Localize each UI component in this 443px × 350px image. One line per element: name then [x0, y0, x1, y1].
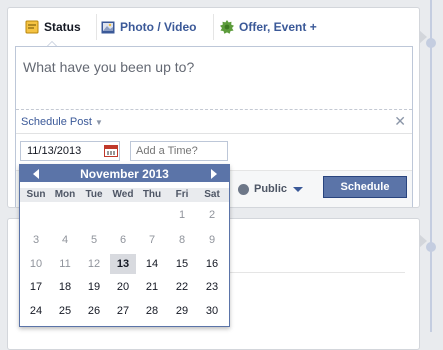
photo-icon — [101, 21, 115, 33]
tab-offer-event[interactable]: Offer, Event + — [220, 18, 317, 36]
timeline-dot — [426, 38, 436, 48]
date-value: 11/13/2013 — [27, 145, 82, 157]
audience-label: Public — [254, 183, 288, 195]
status-icon — [25, 20, 39, 34]
calendar-day[interactable]: 10 — [23, 254, 49, 274]
tab-photo-video[interactable]: Photo / Video — [101, 18, 196, 36]
timeline-pointer — [419, 234, 427, 248]
offer-icon — [220, 20, 234, 34]
calendar-day[interactable]: 23 — [199, 277, 225, 297]
calendar-day[interactable]: 29 — [169, 301, 195, 321]
chevron-down-icon — [293, 186, 304, 192]
calendar-day[interactable]: 16 — [199, 254, 225, 274]
calendar-icon[interactable] — [104, 145, 118, 157]
divider — [213, 272, 405, 273]
caret-down-icon: ▼ — [94, 118, 103, 127]
tab-offer-label: Offer, Event + — [239, 20, 317, 34]
calendar-day[interactable]: 25 — [52, 301, 78, 321]
calendar-day[interactable]: 21 — [139, 277, 165, 297]
schedule-post-dropdown[interactable]: Schedule Post ▼ — [21, 116, 103, 128]
calendar-day[interactable]: 5 — [81, 230, 107, 250]
calendar-day[interactable]: 13 — [110, 254, 136, 274]
calendar-day[interactable]: 2 — [199, 205, 225, 225]
calendar-day[interactable]: 30 — [199, 301, 225, 321]
calendar-day[interactable]: 14 — [139, 254, 165, 274]
calendar-day[interactable]: 19 — [81, 277, 107, 297]
weekday-label: Tue — [85, 189, 103, 200]
time-field[interactable] — [130, 141, 228, 161]
tab-photo-label: Photo / Video — [120, 20, 197, 34]
calendar-day[interactable]: 1 — [169, 205, 195, 225]
timeline-pointer — [419, 30, 427, 44]
composer-tabs: Status Photo / Video Offer, Event + — [8, 8, 419, 47]
calendar-day[interactable]: 12 — [81, 254, 107, 274]
calendar-day[interactable]: 8 — [169, 230, 195, 250]
month-title: November 2013 — [80, 167, 169, 181]
calendar-day[interactable]: 24 — [23, 301, 49, 321]
calendar-day[interactable]: 28 — [139, 301, 165, 321]
calendar-day[interactable]: 9 — [199, 230, 225, 250]
calendar-day[interactable]: 22 — [169, 277, 195, 297]
divider — [16, 109, 412, 110]
calendar-day[interactable]: 3 — [23, 230, 49, 250]
calendar-day[interactable]: 18 — [52, 277, 78, 297]
tab-status-label: Status — [44, 20, 81, 34]
weekday-label: Fri — [175, 189, 189, 200]
calendar-day[interactable]: 15 — [169, 254, 195, 274]
audience-selector[interactable]: Public — [238, 179, 304, 199]
schedule-button[interactable]: Schedule — [323, 176, 407, 198]
calendar-day[interactable]: 20 — [110, 277, 136, 297]
date-picker-header: November 2013 — [20, 165, 229, 182]
calendar-day[interactable]: 26 — [81, 301, 107, 321]
calendar-day[interactable]: 6 — [110, 230, 136, 250]
tab-divider — [96, 14, 97, 40]
calendar-day[interactable]: 27 — [110, 301, 136, 321]
schedule-post-label: Schedule Post — [21, 116, 92, 128]
globe-icon — [238, 183, 249, 195]
weekday-label: Mon — [54, 189, 76, 200]
tab-status[interactable]: Status — [25, 18, 81, 36]
timeline-line — [430, 0, 432, 332]
calendar-day[interactable]: 11 — [52, 254, 78, 274]
calendar-day[interactable]: 7 — [139, 230, 165, 250]
divider — [16, 133, 412, 134]
weekday-label: Wed — [112, 189, 134, 200]
tab-divider — [213, 14, 214, 40]
weekday-label: Sat — [204, 189, 220, 200]
weekday-header: Sun Mon Tue Wed Thu Fri Sat — [20, 188, 229, 202]
calendar-day[interactable]: 17 — [23, 277, 49, 297]
date-field[interactable]: 11/13/2013 — [20, 141, 120, 161]
weekday-label: Sun — [26, 189, 46, 200]
status-textarea[interactable]: What have you been up to? — [23, 59, 194, 75]
calendar-day[interactable]: 4 — [52, 230, 78, 250]
weekday-label: Thu — [142, 189, 162, 200]
timeline-dot — [426, 242, 436, 252]
date-picker: November 2013 Sun Mon Tue Wed Thu Fri Sat 1234… — [19, 164, 230, 327]
close-icon[interactable]: ✕ — [394, 113, 406, 130]
next-month-icon[interactable] — [211, 169, 217, 179]
